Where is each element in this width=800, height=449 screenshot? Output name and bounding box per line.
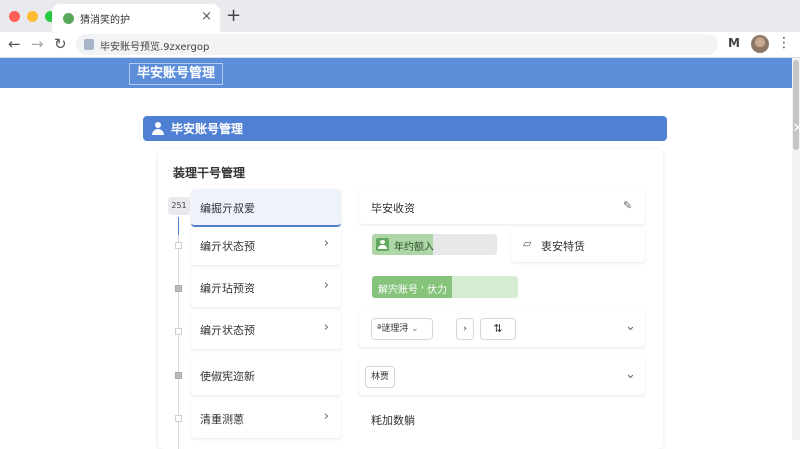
- nav-row-label: 编亓状态预: [200, 324, 255, 337]
- app-header: 毕安账号管理: [0, 58, 792, 88]
- chevron-down-icon[interactable]: ⌄: [625, 367, 636, 382]
- reload-icon[interactable]: ↻: [54, 35, 67, 53]
- summary-card: 毕安收资 ✎: [359, 190, 645, 224]
- user-icon: [376, 238, 389, 251]
- filter-select-value: ª谜理浔: [377, 324, 409, 334]
- card-title: 装理干号管理: [173, 166, 246, 180]
- nav-row[interactable]: 使俶宪迩新: [191, 357, 341, 395]
- account-progress-bar: 解宍账号 ' 㐲力: [372, 276, 518, 298]
- browser-menu-icon[interactable]: ⋮: [777, 35, 791, 51]
- secondary-label: 衷安特赁: [541, 240, 585, 253]
- panel-title: 毕安账号管理: [171, 122, 244, 136]
- new-tab-button[interactable]: +: [226, 5, 241, 26]
- nav-row-label: 编掘亓叔爱: [200, 202, 255, 215]
- address-bar[interactable]: 毕安账号预览.9zxergop: [76, 34, 718, 55]
- tab-close-icon[interactable]: ×: [201, 9, 212, 24]
- close-window-button[interactable]: [9, 11, 20, 22]
- minimize-window-button[interactable]: [27, 11, 38, 22]
- footer-label: 粍加数躺: [371, 414, 415, 427]
- nav-row-label: 清重测蔥: [200, 413, 244, 426]
- nav-row[interactable]: 编亓玷预资 ›: [191, 269, 341, 307]
- timeline-node: [175, 285, 182, 292]
- move-icon[interactable]: ✥: [738, 116, 778, 141]
- tag-card: 林贾 ⌄: [359, 359, 645, 395]
- nav-row-label: 编亓状态预: [200, 240, 255, 253]
- search-icon[interactable]: ⌕: [698, 116, 738, 141]
- step-badge: 251: [168, 197, 190, 215]
- window-controls: [9, 11, 56, 22]
- timeline-node: [175, 242, 182, 249]
- chevron-down-icon[interactable]: ⌄: [625, 319, 636, 334]
- extension-icon[interactable]: M: [728, 36, 740, 50]
- account-progress-label: 解宍账号 ' 㐲力: [378, 285, 448, 296]
- user-icon: [152, 122, 164, 135]
- secondary-card[interactable]: ▱ 衷安特赁: [511, 228, 645, 262]
- income-progress-label: 年约额入: [394, 242, 434, 253]
- timeline-node: [175, 328, 182, 335]
- summary-title: 毕安收资: [371, 202, 415, 215]
- document-icon: ▱: [523, 237, 532, 250]
- favicon-icon: [63, 13, 74, 24]
- swap-button[interactable]: ⇅: [480, 318, 516, 340]
- chevron-down-icon: ⌄: [411, 324, 419, 334]
- site-info-icon[interactable]: [84, 39, 94, 50]
- profile-avatar[interactable]: [751, 35, 769, 53]
- app-title: 毕安账号管理: [129, 63, 224, 85]
- chevron-right-icon: ›: [323, 236, 329, 251]
- back-icon[interactable]: ←: [8, 35, 21, 53]
- tag-chip[interactable]: 林贾: [365, 366, 396, 388]
- nav-row[interactable]: 编亓状态预 ›: [191, 311, 341, 349]
- chevron-right-icon: ›: [323, 278, 329, 293]
- browser-toolbar: ← → ↻ 毕安账号预览.9zxergop M ⋮: [0, 32, 800, 58]
- address-text: 毕安账号预览.9zxergop: [100, 42, 210, 53]
- timeline-active-line: [178, 217, 179, 235]
- next-button[interactable]: ›: [456, 318, 474, 340]
- browser-tab[interactable]: 猜消笑的护 ×: [52, 4, 220, 32]
- filter-card: ª谜理浔 ⌄ › ⇅ ⌄: [359, 311, 645, 347]
- income-progress-bar: 年约额入: [372, 234, 497, 255]
- panel-header: 毕安账号管理 ⌕ ✥ ✕: [143, 116, 800, 141]
- edit-icon[interactable]: ✎: [623, 199, 632, 212]
- timeline-node: [175, 372, 182, 379]
- nav-row[interactable]: 编亓状态预 ›: [191, 227, 341, 265]
- tab-title: 猜消笑的护: [80, 15, 130, 26]
- nav-row[interactable]: 清重测蔥 ›: [191, 400, 341, 438]
- close-icon[interactable]: ✕: [778, 116, 800, 141]
- chevron-right-icon: ›: [323, 320, 329, 335]
- nav-row-label: 编亓玷预资: [200, 282, 255, 295]
- chevron-right-icon: ›: [323, 409, 329, 424]
- swap-icon: ⇅: [493, 322, 503, 335]
- nav-row[interactable]: 编掘亓叔爱: [191, 189, 341, 227]
- filter-select[interactable]: ª谜理浔 ⌄: [371, 318, 433, 340]
- forward-icon[interactable]: →: [31, 35, 44, 53]
- browser-tab-bar: 猜消笑的护 × +: [0, 0, 800, 32]
- nav-row-label: 使俶宪迩新: [200, 370, 255, 383]
- timeline-node: [175, 415, 182, 422]
- chevron-right-icon: ›: [463, 324, 467, 334]
